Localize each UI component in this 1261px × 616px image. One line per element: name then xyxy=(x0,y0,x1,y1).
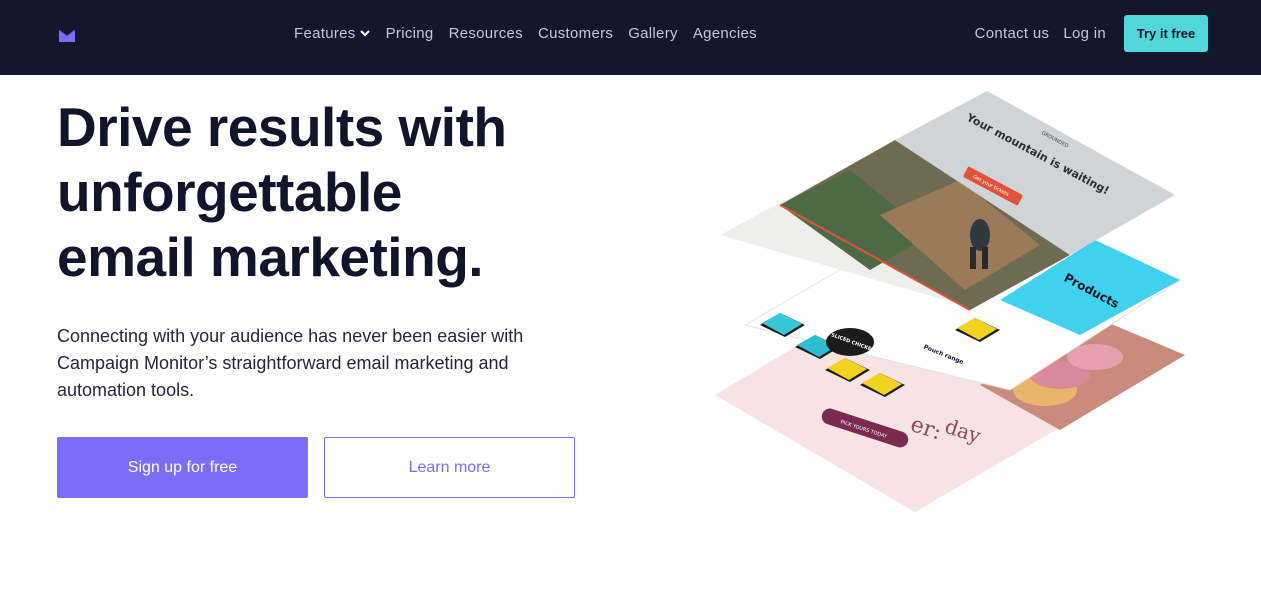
nav-resources[interactable]: Resources xyxy=(449,25,523,42)
chevron-down-icon xyxy=(359,30,370,37)
nav-agencies[interactable]: Agencies xyxy=(693,25,757,42)
nav-features-label: Features xyxy=(294,24,356,42)
hero-title: Drive results with unforgettable email m… xyxy=(57,95,617,290)
sign-up-button[interactable]: Sign up for free xyxy=(57,437,308,498)
contact-us-link[interactable]: Contact us xyxy=(975,25,1050,42)
try-it-free-button[interactable]: Try it free xyxy=(1124,15,1208,52)
email-templates-illustration: PICK YOURS TODAY day er: Products SLICED… xyxy=(715,91,1185,512)
nav-gallery[interactable]: Gallery xyxy=(628,25,678,42)
learn-more-button[interactable]: Learn more xyxy=(324,437,575,498)
hero-subtitle: Connecting with your audience has never … xyxy=(57,326,524,400)
account-actions: Contact us Log in Try it free xyxy=(975,15,1208,52)
log-in-link[interactable]: Log in xyxy=(1063,25,1106,42)
top-navigation: Features Pricing Resources Customers Gal… xyxy=(0,0,1261,75)
envelope-logo-icon[interactable] xyxy=(59,30,75,42)
nav-features[interactable]: Features xyxy=(294,25,371,42)
main-menu: Features Pricing Resources Customers Gal… xyxy=(294,0,772,66)
hero-title-line-2: unforgettable xyxy=(57,161,402,223)
hero-title-line-1: Drive results with xyxy=(57,96,507,158)
hero-title-line-3: email marketing. xyxy=(57,226,484,288)
nav-customers[interactable]: Customers xyxy=(538,25,613,42)
nav-pricing[interactable]: Pricing xyxy=(386,25,434,42)
